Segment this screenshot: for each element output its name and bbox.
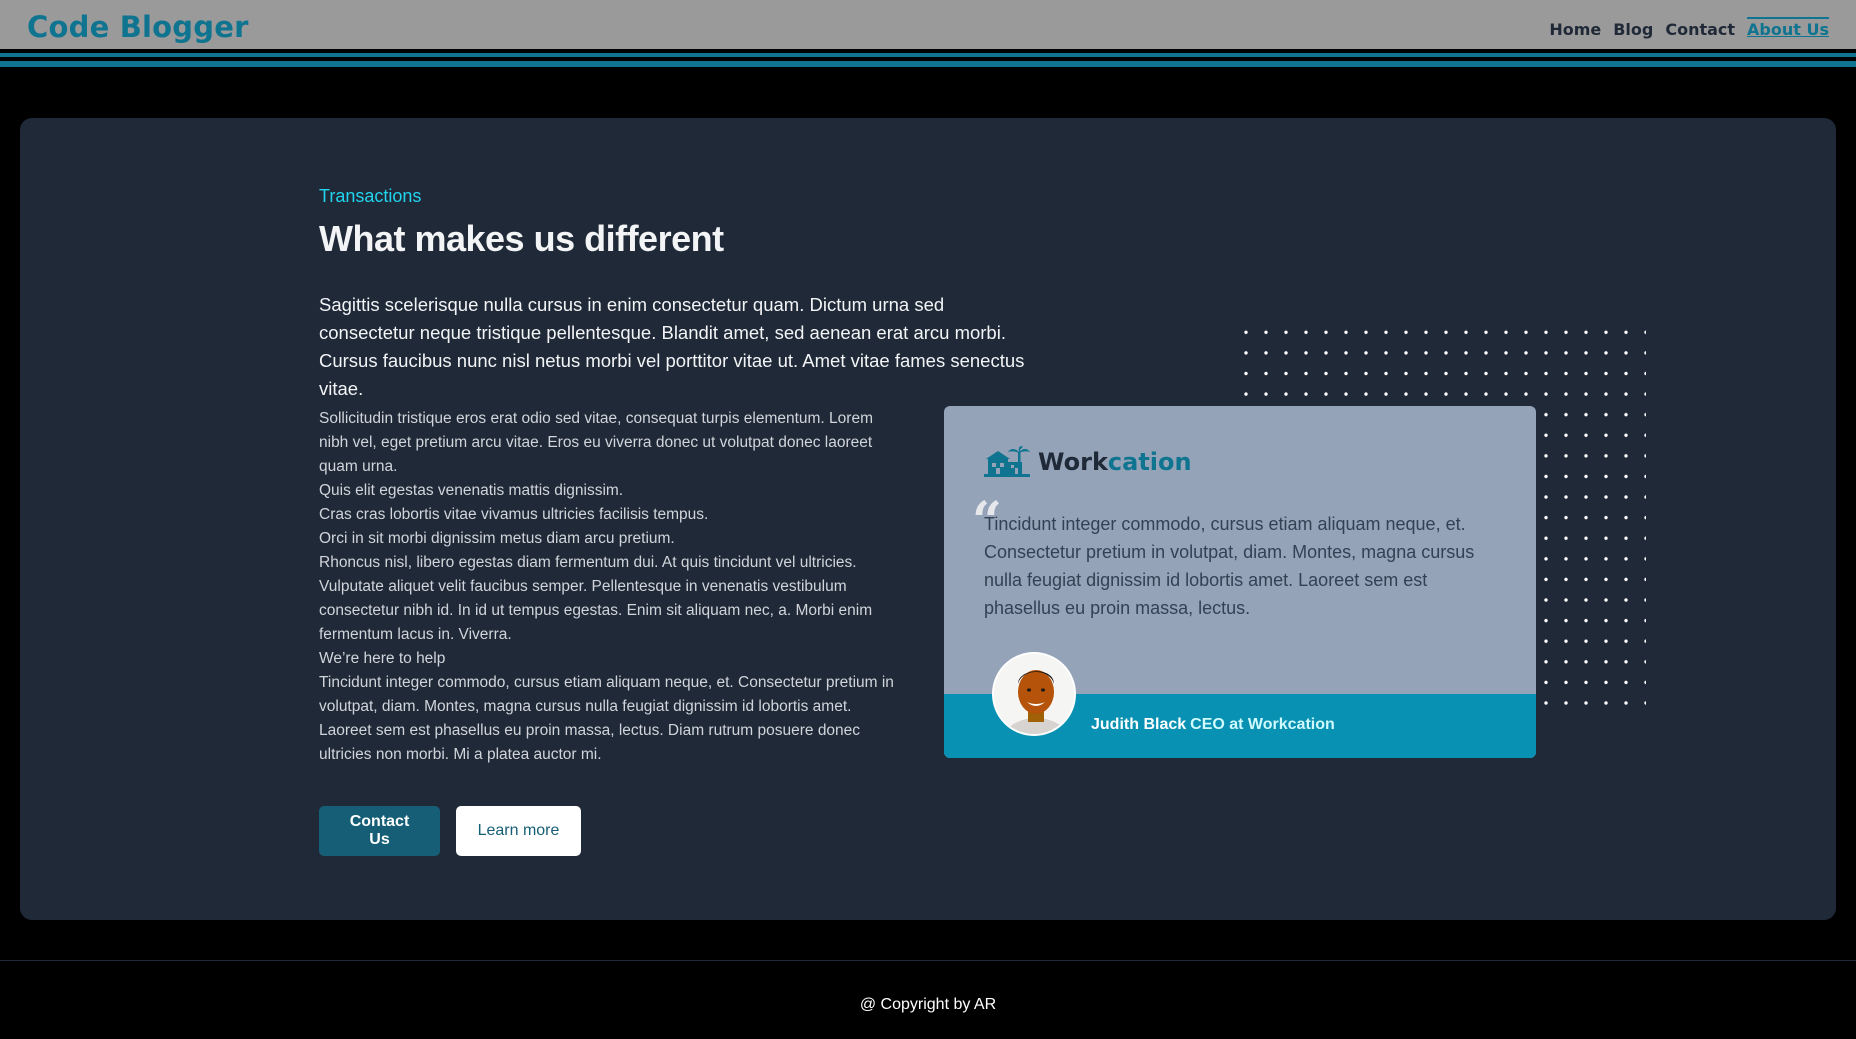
cta-buttons: Contact Us Learn more	[319, 806, 581, 856]
body-paragraph: Quis elit egestas venenatis mattis digni…	[319, 482, 624, 499]
section-eyebrow: Transactions	[319, 186, 422, 206]
site-footer: @ Copyright by AR	[0, 960, 1856, 1039]
nav-home[interactable]: Home	[1549, 20, 1601, 39]
nav-contact[interactable]: Contact	[1665, 20, 1735, 39]
page-title: What makes us different	[319, 218, 724, 259]
nav-about-us[interactable]: About Us	[1747, 17, 1829, 39]
logo-text-prefix: Work	[1038, 448, 1108, 476]
avatar	[992, 652, 1076, 736]
building-palm-icon	[984, 446, 1030, 477]
contact-us-button[interactable]: Contact Us	[319, 806, 440, 856]
body-text: Sollicitudin tristique eros erat odio se…	[319, 407, 904, 767]
header-divider	[0, 61, 1856, 67]
testimonial-quote: Tincidunt integer commodo, cursus etiam …	[984, 514, 1475, 618]
testimonial-card: Workcation “ Tincidunt integer commodo, …	[944, 406, 1536, 758]
logo-text-suffix: cation	[1107, 448, 1192, 476]
body-paragraph: Tincidunt integer commodo, cursus etiam …	[319, 674, 894, 763]
body-paragraph: Cras cras lobortis vitae vivamus ultrici…	[319, 506, 709, 523]
person-portrait-icon	[994, 654, 1074, 734]
body-paragraph: Rhoncus nisl, libero egestas diam fermen…	[319, 554, 873, 643]
author-name: Judith Black	[1091, 716, 1187, 733]
logo-text: Workcation	[1038, 448, 1192, 476]
nav-blog[interactable]: Blog	[1613, 20, 1653, 39]
testimonial-author: Judith Black CEO at Workcation	[1091, 716, 1335, 734]
body-paragraph: Sollicitudin tristique eros erat odio se…	[319, 410, 873, 475]
learn-more-button[interactable]: Learn more	[456, 806, 581, 856]
body-paragraph: We’re here to help	[319, 650, 446, 667]
copyright-text: @ Copyright by AR	[859, 996, 997, 1013]
author-role: CEO at Workcation	[1190, 716, 1335, 733]
workcation-logo: Workcation	[984, 446, 1192, 478]
lead-paragraph: Sagittis scelerisque nulla cursus in eni…	[319, 294, 1025, 399]
main-nav: Home Blog Contact About Us	[1549, 17, 1829, 39]
body-paragraph: Orci in sit morbi dignissim metus diam a…	[319, 530, 675, 547]
brand-logo[interactable]: Code Blogger	[27, 10, 249, 44]
site-header: Code Blogger Home Blog Contact About Us	[0, 0, 1856, 57]
